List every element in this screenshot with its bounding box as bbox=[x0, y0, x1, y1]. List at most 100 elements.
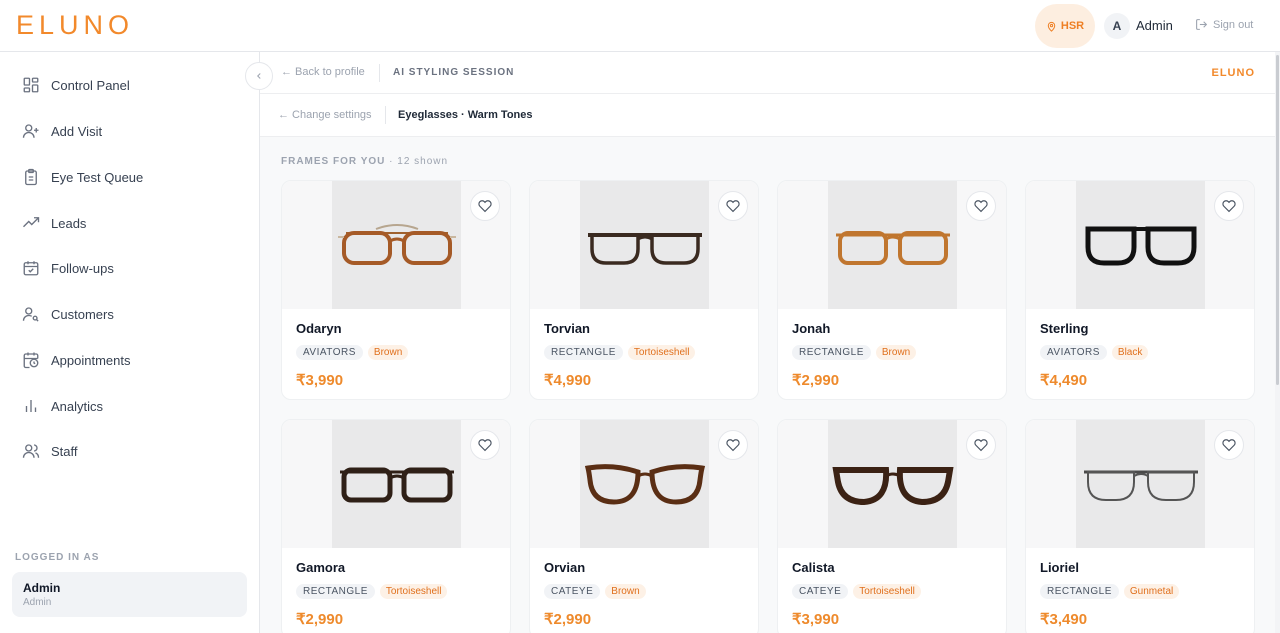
frame-card-torvian[interactable]: Torvian RECTANGLE Tortoiseshell ₹4,990 bbox=[529, 180, 759, 400]
current-user-card[interactable]: Admin Admin bbox=[12, 572, 247, 617]
frame-color-tag: Brown bbox=[605, 584, 646, 599]
frame-card-lioriel[interactable]: Lioriel RECTANGLE Gunmetal ₹3,490 bbox=[1025, 419, 1255, 633]
sidebar-item-add-visit[interactable]: Add Visit bbox=[22, 120, 102, 142]
top-bar: ELUNO HSR A Admin Sign out bbox=[0, 0, 1280, 52]
favorite-button[interactable] bbox=[1214, 430, 1244, 460]
frame-tags: RECTANGLE Tortoiseshell bbox=[296, 584, 448, 599]
frame-color-tag: Gunmetal bbox=[1123, 584, 1180, 599]
frame-price: ₹2,990 bbox=[544, 611, 592, 628]
frame-name: Gamora bbox=[296, 560, 346, 575]
sidebar-item-leads[interactable]: Leads bbox=[22, 212, 86, 234]
logo[interactable]: ELUNO bbox=[16, 10, 134, 41]
sidebar-item-label: Control Panel bbox=[51, 77, 130, 93]
frame-shape-tag: RECTANGLE bbox=[296, 584, 375, 599]
sidebar-item-label: Appointments bbox=[51, 352, 131, 368]
frame-tags: CATEYE Tortoiseshell bbox=[792, 584, 921, 599]
sidebar-item-label: Analytics bbox=[51, 398, 104, 414]
frame-card-sterling[interactable]: Sterling AVIATORS Black ₹4,490 bbox=[1025, 180, 1255, 400]
sidebar-item-eye-test-queue[interactable]: Eye Test Queue bbox=[22, 166, 143, 188]
heart-icon bbox=[726, 200, 740, 213]
favorite-button[interactable] bbox=[966, 191, 996, 221]
glasses-rectangle-image bbox=[836, 231, 950, 265]
frame-tags: RECTANGLE Tortoiseshell bbox=[544, 345, 696, 360]
users-icon bbox=[22, 444, 40, 458]
sidebar-item-follow-ups[interactable]: Follow-ups bbox=[22, 257, 114, 279]
section-title: FRAMES FOR YOU · 12 shown bbox=[281, 156, 448, 167]
main-content: ← Back to profile AI STYLING SESSION ELU… bbox=[260, 52, 1275, 633]
frame-tags: AVIATORS Brown bbox=[296, 345, 409, 360]
glasses-rectangle-image bbox=[340, 467, 454, 503]
frame-tags: AVIATORS Black bbox=[1040, 345, 1149, 360]
favorite-button[interactable] bbox=[966, 430, 996, 460]
frame-card-jonah[interactable]: Jonah RECTANGLE Brown ₹2,990 bbox=[777, 180, 1007, 400]
calendar-check-icon bbox=[23, 261, 39, 276]
scrollbar-thumb[interactable] bbox=[1276, 55, 1279, 385]
session-bar: ← Back to profile AI STYLING SESSION ELU… bbox=[260, 52, 1275, 94]
heart-icon bbox=[1222, 439, 1236, 452]
frame-color-tag: Tortoiseshell bbox=[853, 584, 921, 599]
sidebar: Control Panel Add Visit Eye Test Queue L… bbox=[0, 52, 260, 633]
sidebar-item-staff[interactable]: Staff bbox=[22, 440, 78, 462]
settings-bar: ← Change settings Eyeglasses · Warm Tone… bbox=[260, 94, 1275, 137]
frame-shape-tag: RECTANGLE bbox=[792, 345, 871, 360]
frame-price: ₹2,990 bbox=[792, 372, 840, 389]
sidebar-item-customers[interactable]: Customers bbox=[22, 303, 114, 325]
frame-card-odaryn[interactable]: Odaryn AVIATORS Brown ₹3,990 bbox=[281, 180, 511, 400]
sidebar-item-control-panel[interactable]: Control Panel bbox=[22, 74, 130, 96]
frame-shape-tag: CATEYE bbox=[792, 584, 849, 599]
sidebar-item-label: Eye Test Queue bbox=[51, 169, 144, 185]
sidebar-item-label: Leads bbox=[51, 215, 87, 231]
avatar[interactable]: A bbox=[1104, 13, 1130, 39]
sidebar-item-label: Add Visit bbox=[51, 123, 103, 139]
collapse-sidebar-button[interactable] bbox=[245, 62, 273, 90]
back-to-profile-link[interactable]: ← Back to profile bbox=[281, 66, 365, 78]
logged-in-label: LOGGED IN AS bbox=[15, 552, 100, 563]
heart-icon bbox=[726, 439, 740, 452]
section-count: · 12 shown bbox=[389, 156, 449, 167]
frame-shape-tag: AVIATORS bbox=[1040, 345, 1107, 360]
frame-name: Calista bbox=[792, 560, 835, 575]
heart-icon bbox=[974, 439, 988, 452]
favorite-button[interactable] bbox=[718, 430, 748, 460]
frame-tags: CATEYE Brown bbox=[544, 584, 646, 599]
user-plus-icon bbox=[22, 124, 39, 138]
frame-card-orvian[interactable]: Orvian CATEYE Brown ₹2,990 bbox=[529, 419, 759, 633]
glasses-cateye-image bbox=[832, 467, 954, 506]
signout-button[interactable]: Sign out bbox=[1195, 18, 1253, 31]
frame-shape-tag: RECTANGLE bbox=[544, 345, 623, 360]
frame-price: ₹3,490 bbox=[1040, 611, 1088, 628]
frame-name: Sterling bbox=[1040, 321, 1089, 336]
chevron-left-icon bbox=[257, 73, 261, 79]
frame-name: Torvian bbox=[544, 321, 590, 336]
sidebar-item-appointments[interactable]: Appointments bbox=[22, 349, 131, 371]
heart-icon bbox=[478, 439, 492, 452]
location-button[interactable]: HSR bbox=[1035, 4, 1095, 48]
favorite-button[interactable] bbox=[718, 191, 748, 221]
brand-label: ELUNO bbox=[1211, 67, 1255, 79]
frame-shape-tag: AVIATORS bbox=[296, 345, 363, 360]
frame-name: Odaryn bbox=[296, 321, 342, 336]
favorite-button[interactable] bbox=[470, 191, 500, 221]
frame-name: Lioriel bbox=[1040, 560, 1080, 575]
favorite-button[interactable] bbox=[1214, 191, 1244, 221]
current-user-name: Admin bbox=[23, 581, 61, 595]
change-settings-link[interactable]: ← Change settings bbox=[278, 109, 372, 121]
sidebar-item-label: Follow-ups bbox=[51, 260, 114, 276]
frame-shape-tag: CATEYE bbox=[544, 584, 601, 599]
frame-card-gamora[interactable]: Gamora RECTANGLE Tortoiseshell ₹2,990 bbox=[281, 419, 511, 633]
divider bbox=[385, 106, 386, 124]
heart-icon bbox=[478, 200, 492, 213]
frame-color-tag: Black bbox=[1111, 345, 1149, 360]
frame-tags: RECTANGLE Gunmetal bbox=[1040, 584, 1180, 599]
frame-card-calista[interactable]: Calista CATEYE Tortoiseshell ₹3,990 bbox=[777, 419, 1007, 633]
trending-up-icon bbox=[23, 217, 40, 228]
favorite-button[interactable] bbox=[470, 430, 500, 460]
glasses-rectangle-image bbox=[1084, 470, 1198, 501]
glasses-aviator-image bbox=[338, 224, 456, 265]
current-user-role: Admin bbox=[23, 597, 52, 608]
frame-price: ₹4,990 bbox=[544, 372, 592, 389]
sidebar-item-analytics[interactable]: Analytics bbox=[22, 395, 103, 417]
admin-name[interactable]: Admin bbox=[1136, 18, 1173, 33]
frame-price: ₹3,990 bbox=[296, 372, 344, 389]
frame-color-tag: Brown bbox=[367, 345, 409, 360]
